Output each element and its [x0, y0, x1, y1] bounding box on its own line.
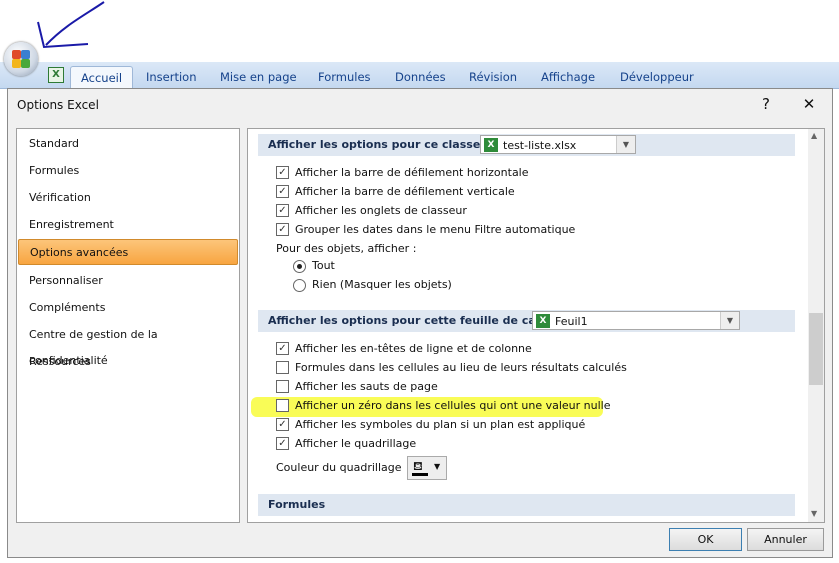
office-button[interactable]	[4, 42, 38, 76]
scroll-up-icon[interactable]: ▲	[811, 131, 817, 140]
option-label: Afficher le quadrillage	[295, 437, 417, 450]
tab-developpeur[interactable]: Développeur	[620, 66, 694, 88]
options-panel: Afficher les options pour ce classeur : …	[247, 128, 825, 523]
sheet-icon: X	[536, 314, 550, 328]
cancel-button[interactable]: Annuler	[747, 528, 824, 551]
workbook-select[interactable]: Xtest-liste.xlsx ▼	[480, 135, 636, 154]
checkbox[interactable]	[276, 361, 289, 374]
tab-revision[interactable]: Révision	[469, 66, 517, 88]
option-label: Afficher les symboles du plan si un plan…	[295, 418, 586, 431]
checkbox[interactable]: ✓	[276, 166, 289, 179]
option-label: Afficher la barre de défilement vertical…	[295, 185, 515, 198]
checkbox[interactable]: ✓	[276, 418, 289, 431]
nav-list: Standard Formules Vérification Enregistr…	[16, 128, 240, 523]
chevron-down-icon: ▼	[720, 312, 739, 329]
nav-personnaliser[interactable]: Personnaliser	[18, 268, 238, 294]
dropdown-arrow-icon: ▼	[434, 462, 441, 471]
scroll-down-icon[interactable]: ▼	[811, 509, 817, 518]
option-label: Afficher les onglets de classeur	[295, 204, 467, 217]
nav-formules[interactable]: Formules	[18, 158, 238, 184]
radio[interactable]	[293, 279, 306, 292]
select-value: test-liste.xlsx	[503, 139, 577, 152]
section-formulas: Formules	[258, 494, 795, 516]
scroll-thumb[interactable]	[809, 313, 823, 385]
section-title: Afficher les options pour ce classeur :	[268, 138, 502, 151]
checkbox[interactable]	[276, 380, 289, 393]
option-label: Afficher la barre de défilement horizont…	[295, 166, 529, 179]
checkbox[interactable]: ✓	[276, 342, 289, 355]
section-title: Afficher les options pour cette feuille …	[268, 314, 566, 327]
section-workbook: Afficher les options pour ce classeur : …	[258, 134, 795, 156]
nav-ressources[interactable]: Ressources	[18, 349, 238, 375]
checkbox[interactable]: ✓	[276, 223, 289, 236]
help-button[interactable]: ?	[752, 93, 780, 115]
tab-donnees[interactable]: Données	[395, 66, 446, 88]
option-label: Afficher les en-têtes de ligne et de col…	[295, 342, 532, 355]
option-label: Tout	[312, 259, 335, 272]
grid-color-label: Couleur du quadrillage	[276, 461, 402, 474]
excel-file-icon: X	[484, 138, 498, 152]
sheet-select[interactable]: X Feuil1 ▼	[532, 311, 740, 330]
tab-formules[interactable]: Formules	[318, 66, 371, 88]
checkbox[interactable]: ✓	[276, 437, 289, 450]
option-label: Afficher un zéro dans les cellules qui o…	[295, 399, 611, 412]
excel-icon[interactable]: X	[48, 67, 64, 83]
tab-affichage[interactable]: Affichage	[541, 66, 595, 88]
objects-label: Pour des objets, afficher :	[276, 242, 417, 255]
nav-verification[interactable]: Vérification	[18, 185, 238, 211]
option-label: Rien (Masquer les objets)	[312, 278, 452, 291]
nav-confidentialite[interactable]: Centre de gestion de la confidentialité	[18, 322, 238, 367]
option-label: Afficher les sauts de page	[295, 380, 438, 393]
dialog-title: Options Excel	[17, 98, 99, 112]
checkbox[interactable]: ✓	[276, 185, 289, 198]
option-label: Formules dans les cellules au lieu de le…	[295, 361, 627, 374]
select-value: Feuil1	[555, 315, 588, 328]
nav-options-avancees[interactable]: Options avancées	[18, 239, 238, 265]
checkbox[interactable]: ✓	[276, 204, 289, 217]
tab-mise-en-page[interactable]: Mise en page	[220, 66, 297, 88]
scrollbar[interactable]: ▲ ▼	[808, 129, 824, 522]
grid-color-picker[interactable]: ⛾ ▼	[407, 456, 447, 480]
color-swatch	[412, 473, 428, 476]
nav-complements[interactable]: Compléments	[18, 295, 238, 321]
option-label: Grouper les dates dans le menu Filtre au…	[295, 223, 576, 236]
tab-insertion[interactable]: Insertion	[146, 66, 197, 88]
options-dialog: Options Excel ? ✕ Standard Formules Véri…	[7, 88, 833, 558]
nav-enregistrement[interactable]: Enregistrement	[18, 212, 238, 238]
nav-standard[interactable]: Standard	[18, 131, 238, 157]
radio[interactable]	[293, 260, 306, 273]
checkbox[interactable]	[276, 399, 289, 412]
ribbon-tabs: X Accueil Insertion Mise en page Formule…	[0, 62, 839, 89]
annotation-arrow	[37, 1, 105, 49]
section-sheet: Afficher les options pour cette feuille …	[258, 310, 795, 332]
section-title: Formules	[268, 498, 326, 511]
tab-accueil[interactable]: Accueil	[70, 66, 134, 89]
close-button[interactable]: ✕	[795, 93, 823, 115]
ok-button[interactable]: OK	[669, 528, 742, 551]
chevron-down-icon: ▼	[616, 136, 635, 153]
